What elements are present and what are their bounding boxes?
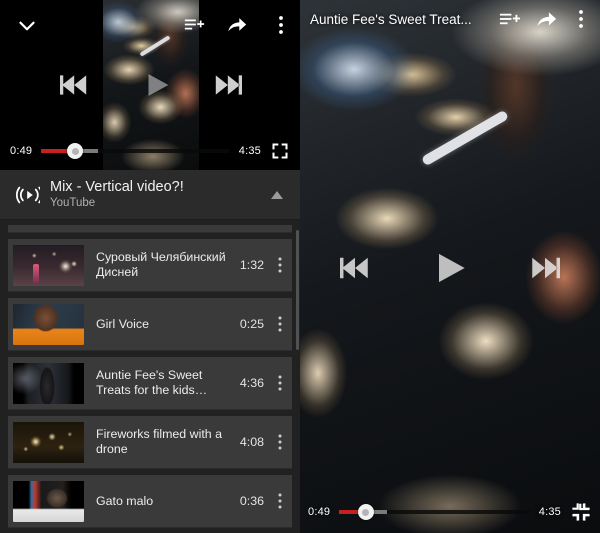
list-item[interactable]: Auntie Fee's Sweet Treats for the kids (… (8, 357, 292, 410)
fullscreen-transport-controls (300, 246, 600, 290)
right-panel-fullscreen-player: Auntie Fee's Sweet Treat... 0:49 4:35 (300, 0, 600, 533)
current-time-label: 0:49 (308, 506, 331, 518)
seek-thumb[interactable] (67, 143, 84, 159)
enter-fullscreen-icon[interactable] (270, 141, 290, 161)
mini-player[interactable]: 0:49 4:35 (0, 0, 300, 170)
chevron-down-icon[interactable] (14, 13, 40, 39)
list-item[interactable]: Gato malo 0:36 (8, 475, 292, 528)
chevron-up-icon[interactable] (264, 190, 290, 200)
video-thumbnail (13, 362, 84, 404)
list-item-duration: 0:25 (239, 317, 264, 331)
list-item-duration: 1:32 (239, 258, 264, 272)
list-item-title: Суровый Челябинский Дисней (96, 250, 226, 279)
current-time-label: 0:49 (10, 145, 33, 157)
list-item[interactable]: Girl Voice 0:25 (8, 298, 292, 351)
seek-thumb[interactable] (357, 504, 374, 520)
mix-header[interactable]: Mix - Vertical video?! YouTube (0, 170, 300, 220)
list-item-title: Fireworks filmed with a drone (96, 427, 222, 456)
video-thumbnail (13, 244, 84, 286)
play-icon[interactable] (428, 246, 472, 290)
add-to-queue-icon[interactable] (183, 14, 205, 36)
list-item-title: Gato malo (96, 493, 154, 508)
share-icon[interactable] (535, 8, 558, 31)
video-thumbnail (13, 303, 84, 345)
add-to-queue-icon[interactable] (498, 8, 521, 31)
fullscreen-top-bar: Auntie Fee's Sweet Treat... (300, 0, 600, 38)
skip-previous-icon[interactable] (340, 250, 376, 286)
mix-broadcast-icon (12, 184, 42, 206)
scrollbar[interactable] (296, 230, 299, 350)
duration-label: 4:35 (238, 145, 261, 157)
list-divider (0, 528, 300, 533)
skip-previous-icon[interactable] (60, 68, 94, 102)
mix-title: Mix - Vertical video?! (50, 178, 184, 195)
more-vertical-icon[interactable] (270, 431, 290, 453)
left-panel-minimized-player: 0:49 4:35 Mix - Vertical video?! YouTube… (0, 0, 300, 533)
duration-label: 4:35 (538, 506, 561, 518)
seek-track[interactable] (339, 504, 530, 520)
app-screen: 0:49 4:35 Mix - Vertical video?! YouTube… (0, 0, 600, 533)
share-icon[interactable] (226, 14, 248, 36)
fullscreen-seek-row: 0:49 4:35 (300, 491, 600, 533)
video-thumbnail (13, 480, 84, 522)
list-item[interactable]: Суровый Челябинский Дисней 1:32 (8, 239, 292, 292)
more-vertical-icon[interactable] (272, 12, 290, 38)
list-item-duration: 4:36 (239, 376, 264, 390)
playlist-scroll-area[interactable]: Суровый Челябинский Дисней 1:32 Girl Voi… (0, 220, 300, 533)
list-item[interactable] (8, 225, 292, 233)
play-icon[interactable] (140, 68, 174, 102)
exit-fullscreen-icon[interactable] (570, 501, 592, 523)
more-vertical-icon[interactable] (270, 313, 290, 335)
seek-track[interactable] (41, 143, 230, 159)
list-item-title: Girl Voice (96, 316, 150, 331)
more-vertical-icon[interactable] (270, 254, 290, 276)
list-item-duration: 4:08 (239, 435, 264, 449)
more-vertical-icon[interactable] (270, 372, 290, 394)
video-thumbnail (13, 421, 84, 463)
skip-next-icon[interactable] (524, 250, 560, 286)
more-vertical-icon[interactable] (572, 6, 590, 32)
mix-text-block: Mix - Vertical video?! YouTube (42, 179, 264, 211)
list-item-title: Auntie Fee's Sweet Treats for the kids (… (96, 368, 203, 397)
list-item-duration: 0:36 (239, 494, 264, 508)
more-vertical-icon[interactable] (270, 490, 290, 512)
list-item[interactable]: Fireworks filmed with a drone 4:08 (8, 416, 292, 469)
skip-next-icon[interactable] (208, 68, 242, 102)
page-title: Auntie Fee's Sweet Treat... (310, 11, 472, 27)
mix-subtitle: YouTube (50, 196, 96, 209)
